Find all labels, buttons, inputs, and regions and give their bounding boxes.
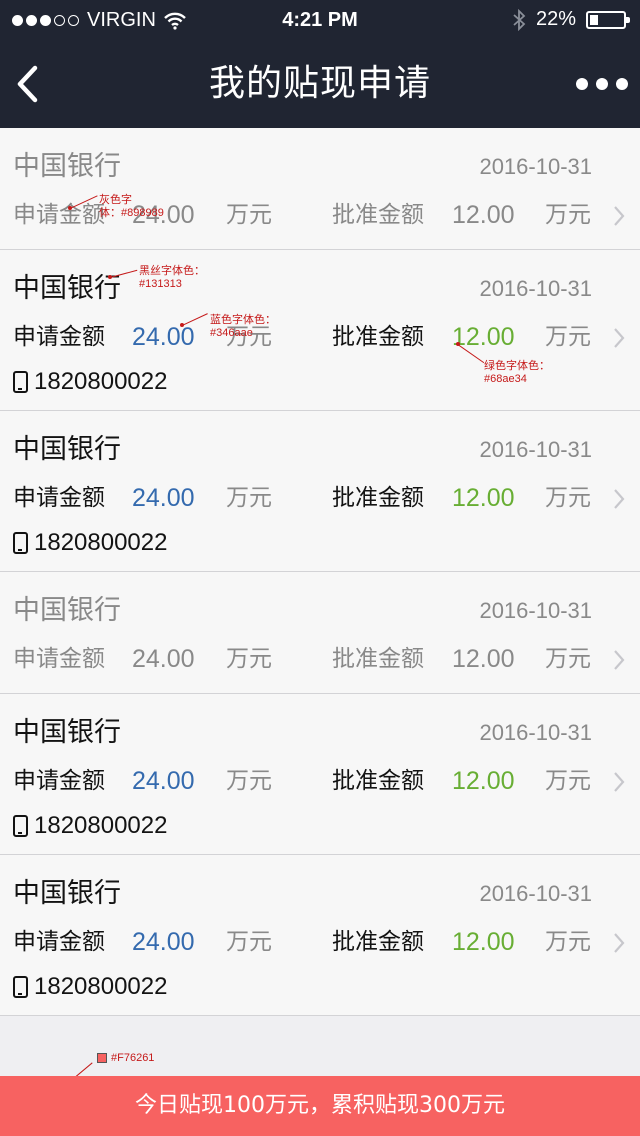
approved-amount-unit: 万元 [545, 324, 591, 350]
apply-amount-unit: 万元 [226, 202, 272, 228]
request-date: 2016-10-31 [479, 154, 592, 179]
apply-amount-value: 24.00 [132, 928, 195, 956]
color-swatch [97, 1053, 107, 1063]
approved-amount-value: 12.00 [452, 928, 515, 956]
approved-amount-label: 批准金额 [332, 485, 424, 511]
chevron-right-icon [612, 770, 626, 794]
phone-icon [13, 532, 28, 554]
chevron-right-icon [612, 487, 626, 511]
apply-amount-label: 申请金额 [13, 324, 105, 350]
request-date: 2016-10-31 [479, 720, 592, 745]
request-item[interactable]: 中国银行 2016-10-31 申请金额 24.00 万元 批准金额 12.00… [0, 128, 640, 250]
request-item[interactable]: 中国银行 2016-10-31 申请金额 24.00 万元 批准金额 12.00… [0, 411, 640, 572]
approved-amount-value: 12.00 [452, 323, 515, 351]
apply-amount-value: 24.00 [132, 767, 195, 795]
approved-amount-unit: 万元 [545, 768, 591, 794]
apply-amount-unit: 万元 [226, 768, 272, 794]
phone-icon [13, 815, 28, 837]
request-date: 2016-10-31 [479, 881, 592, 906]
annotation-black: 黑丝字体色： #131313 [139, 265, 205, 290]
phone-number: 1820800022 [34, 973, 168, 1000]
summary-bar: 今日贴现100万元，累积贴现300万元 [0, 1076, 640, 1136]
approved-amount-value: 12.00 [452, 484, 515, 512]
apply-amount-label: 申请金额 [13, 768, 105, 794]
annotation-footer-color: #F76261 [111, 1052, 155, 1064]
apply-amount-value: 24.00 [132, 484, 195, 512]
chevron-right-icon [612, 931, 626, 955]
request-date: 2016-10-31 [479, 276, 592, 301]
nav-bar: 我的贴现申请 [0, 40, 640, 128]
phone-row: 1820800022 [13, 971, 167, 1003]
page-title: 我的贴现申请 [208, 63, 431, 104]
request-date: 2016-10-31 [479, 437, 592, 462]
approved-amount-unit: 万元 [545, 485, 591, 511]
bank-name: 中国银行 [13, 434, 121, 465]
apply-amount-label: 申请金额 [13, 202, 105, 228]
bank-name: 中国银行 [13, 273, 121, 304]
bluetooth-icon [513, 8, 526, 31]
chevron-right-icon [612, 204, 626, 228]
phone-row: 1820800022 [13, 527, 167, 559]
amount-row: 申请金额 24.00 万元 批准金额 12.00 万元 [0, 925, 640, 959]
approved-amount-unit: 万元 [545, 202, 591, 228]
approved-amount-label: 批准金额 [332, 202, 424, 228]
bank-name: 中国银行 [13, 717, 121, 748]
annotation-green: 绿色字体色： #68ae34 [484, 360, 550, 385]
phone-icon [13, 371, 28, 393]
more-button[interactable] [576, 62, 628, 106]
bank-name: 中国银行 [13, 878, 121, 909]
amount-row: 申请金额 24.00 万元 批准金额 12.00 万元 [0, 481, 640, 515]
phone-icon [13, 976, 28, 998]
approved-amount-label: 批准金额 [332, 646, 424, 672]
approved-amount-label: 批准金额 [332, 768, 424, 794]
phone-number: 1820800022 [34, 368, 168, 395]
approved-amount-unit: 万元 [545, 929, 591, 955]
apply-amount-label: 申请金额 [13, 929, 105, 955]
approved-amount-value: 12.00 [452, 201, 515, 229]
apply-amount-value: 24.00 [132, 323, 195, 351]
annotation-gray: 灰色字 体：#898989 [99, 194, 164, 219]
approved-amount-value: 12.00 [452, 645, 515, 673]
status-bar: VIRGIN 4:21 PM 22% [0, 0, 640, 40]
apply-amount-label: 申请金额 [13, 646, 105, 672]
status-right: 22% [512, 8, 630, 31]
bank-name: 中国银行 [13, 151, 121, 182]
apply-amount-unit: 万元 [226, 485, 272, 511]
request-item[interactable]: 中国银行 2016-10-31 申请金额 24.00 万元 批准金额 12.00… [0, 855, 640, 1016]
phone-row: 1820800022 [13, 366, 167, 398]
amount-row: 申请金额 24.00 万元 批准金额 12.00 万元 [0, 320, 640, 354]
annotation-blue: 蓝色字体色： #346aae [210, 314, 276, 339]
request-date: 2016-10-31 [479, 598, 592, 623]
request-item[interactable]: 中国银行 2016-10-31 申请金额 24.00 万元 批准金额 12.00… [0, 694, 640, 855]
bank-name: 中国银行 [13, 595, 121, 626]
approved-amount-unit: 万元 [545, 646, 591, 672]
request-item[interactable]: 中国银行 2016-10-31 申请金额 24.00 万元 批准金额 12.00… [0, 250, 640, 411]
apply-amount-value: 24.00 [132, 645, 195, 673]
approved-amount-value: 12.00 [452, 767, 515, 795]
apply-amount-label: 申请金额 [13, 485, 105, 511]
amount-row: 申请金额 24.00 万元 批准金额 12.00 万元 [0, 198, 640, 232]
request-item[interactable]: 中国银行 2016-10-31 申请金额 24.00 万元 批准金额 12.00… [0, 572, 640, 694]
phone-number: 1820800022 [34, 529, 168, 556]
battery-icon [586, 10, 630, 29]
apply-amount-unit: 万元 [226, 929, 272, 955]
request-list: 中国银行 2016-10-31 申请金额 24.00 万元 批准金额 12.00… [0, 128, 640, 1016]
amount-row: 申请金额 24.00 万元 批准金额 12.00 万元 [0, 642, 640, 676]
battery-percent: 22% [535, 8, 576, 30]
chevron-right-icon [612, 648, 626, 672]
approved-amount-label: 批准金额 [332, 324, 424, 350]
apply-amount-unit: 万元 [226, 646, 272, 672]
chevron-right-icon [612, 326, 626, 350]
more-horizontal-icon [576, 78, 588, 90]
amount-row: 申请金额 24.00 万元 批准金额 12.00 万元 [0, 764, 640, 798]
approved-amount-label: 批准金额 [332, 929, 424, 955]
phone-number: 1820800022 [34, 812, 168, 839]
phone-row: 1820800022 [13, 810, 167, 842]
